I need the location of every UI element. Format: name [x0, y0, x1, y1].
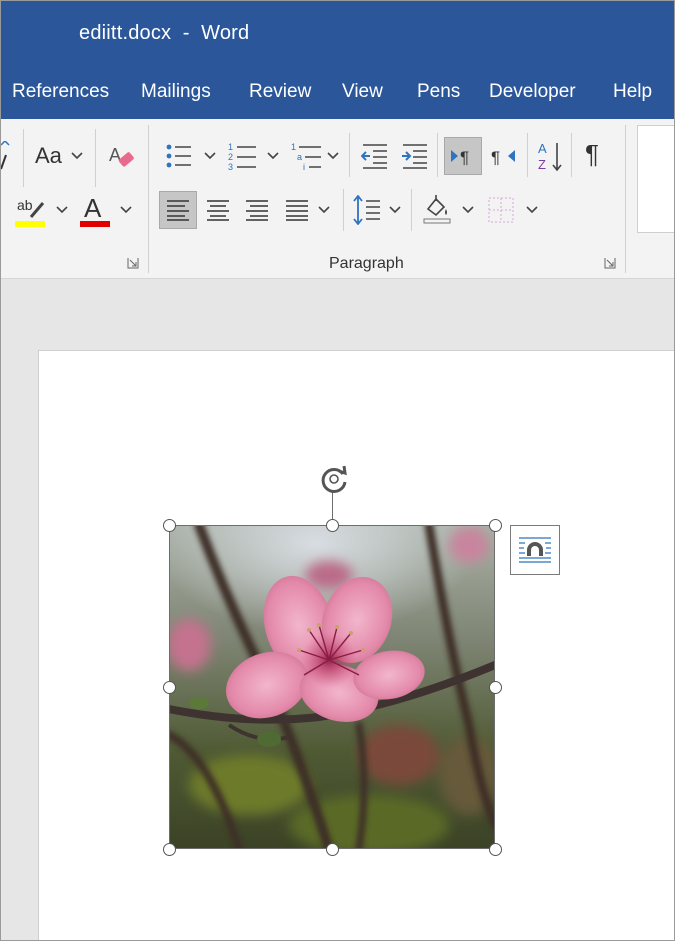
bullets-icon[interactable] — [165, 143, 193, 169]
multilevel-list-icon[interactable]: 1 a i — [291, 141, 323, 171]
ribbon-home: Aa A ab A 1 2 3 1 a i ¶ ¶ A Z ¶ Paragrap… — [1, 119, 674, 279]
separator — [571, 133, 572, 177]
resize-handle-left[interactable] — [163, 681, 176, 694]
tab-developer[interactable]: Developer — [489, 81, 576, 103]
svg-text:a: a — [297, 152, 302, 162]
align-right-icon[interactable] — [245, 199, 269, 221]
separator — [437, 133, 438, 177]
highlight-color-button[interactable]: ab — [15, 195, 47, 229]
svg-text:2: 2 — [228, 152, 233, 162]
separator — [349, 133, 350, 177]
blossom-photo-image — [169, 525, 495, 849]
shrink-font-icon[interactable] — [1, 141, 13, 171]
separator — [95, 129, 96, 187]
tab-help[interactable]: Help — [613, 81, 652, 103]
svg-text:3: 3 — [228, 162, 233, 171]
tab-review[interactable]: Review — [249, 81, 311, 103]
align-center-icon[interactable] — [206, 199, 230, 221]
right-to-left-button[interactable]: ¶ — [485, 137, 523, 175]
svg-text:A: A — [538, 141, 547, 156]
svg-text:¶: ¶ — [491, 148, 500, 166]
increase-indent-icon[interactable] — [401, 143, 429, 169]
separator — [411, 189, 412, 231]
chevron-down-icon[interactable] — [327, 152, 339, 160]
layout-options-button[interactable] — [510, 525, 560, 575]
svg-text:i: i — [303, 162, 305, 171]
tab-references[interactable]: References — [12, 81, 109, 103]
svg-text:1: 1 — [228, 142, 233, 152]
separator — [343, 189, 344, 231]
highlight-color-swatch — [15, 221, 45, 227]
chevron-down-icon[interactable] — [462, 206, 474, 214]
font-color-button[interactable]: A — [80, 193, 110, 229]
numbering-icon[interactable]: 1 2 3 — [228, 141, 258, 171]
layout-options-icon — [519, 537, 551, 563]
dialog-launcher-icon[interactable] — [604, 257, 616, 269]
resize-handle-top[interactable] — [326, 519, 339, 532]
highlighter-pen-icon — [29, 202, 45, 218]
title-bar: ediitt.docx - Word — [1, 1, 674, 67]
align-left-button[interactable] — [159, 191, 197, 229]
align-left-icon — [167, 200, 189, 221]
chevron-down-icon[interactable] — [71, 152, 83, 160]
tab-pens[interactable]: Pens — [417, 81, 460, 103]
resize-handle-top-right[interactable] — [489, 519, 502, 532]
resize-handle-top-left[interactable] — [163, 519, 176, 532]
svg-text:Z: Z — [538, 157, 546, 172]
svg-text:A: A — [109, 145, 121, 165]
font-color-glyph: A — [84, 193, 102, 223]
window-title: ediitt.docx - Word — [79, 22, 250, 44]
borders-icon[interactable] — [488, 197, 514, 223]
word-window: ediitt.docx - Word References Mailings R… — [0, 0, 675, 941]
line-spacing-icon[interactable] — [353, 195, 381, 225]
separator — [527, 133, 528, 177]
chevron-down-icon[interactable] — [389, 206, 401, 214]
decrease-indent-icon[interactable] — [361, 143, 389, 169]
chevron-down-icon[interactable] — [526, 206, 538, 214]
ribbon-tab-bar: References Mailings Review View Pens Dev… — [1, 67, 674, 119]
shading-icon[interactable] — [422, 193, 452, 225]
chevron-down-icon[interactable] — [56, 206, 68, 214]
justify-icon[interactable] — [285, 199, 309, 221]
resize-handle-bottom[interactable] — [326, 843, 339, 856]
resize-handle-bottom-left[interactable] — [163, 843, 176, 856]
styles-gallery[interactable] — [637, 125, 674, 233]
resize-handle-bottom-right[interactable] — [489, 843, 502, 856]
change-case-button[interactable]: Aa — [35, 139, 62, 173]
dialog-launcher-icon[interactable] — [127, 257, 139, 269]
chevron-down-icon[interactable] — [120, 206, 132, 214]
paragraph-group-label: Paragraph — [329, 255, 404, 272]
blossom-picture[interactable] — [169, 525, 495, 849]
ltr-paragraph-icon: ¶ — [451, 148, 469, 166]
resize-handle-right[interactable] — [489, 681, 502, 694]
group-separator — [625, 125, 626, 273]
tab-view[interactable]: View — [342, 81, 383, 103]
clear-formatting-icon[interactable]: A — [107, 143, 135, 171]
font-color-swatch — [80, 221, 110, 227]
tab-mailings[interactable]: Mailings — [141, 81, 211, 103]
chevron-down-icon[interactable] — [204, 152, 216, 160]
group-separator — [148, 125, 149, 273]
svg-text:¶: ¶ — [460, 148, 469, 166]
svg-text:1: 1 — [291, 142, 296, 152]
show-hide-marks-button[interactable]: ¶ — [585, 139, 599, 170]
left-to-right-button[interactable]: ¶ — [444, 137, 482, 175]
chevron-down-icon[interactable] — [318, 206, 330, 214]
rtl-paragraph-icon: ¶ — [491, 148, 515, 166]
chevron-down-icon[interactable] — [267, 152, 279, 160]
change-case-label: Aa — [35, 143, 62, 168]
rotate-handle-icon[interactable] — [317, 462, 351, 496]
separator — [23, 129, 24, 187]
sort-icon[interactable]: A Z — [537, 139, 565, 173]
